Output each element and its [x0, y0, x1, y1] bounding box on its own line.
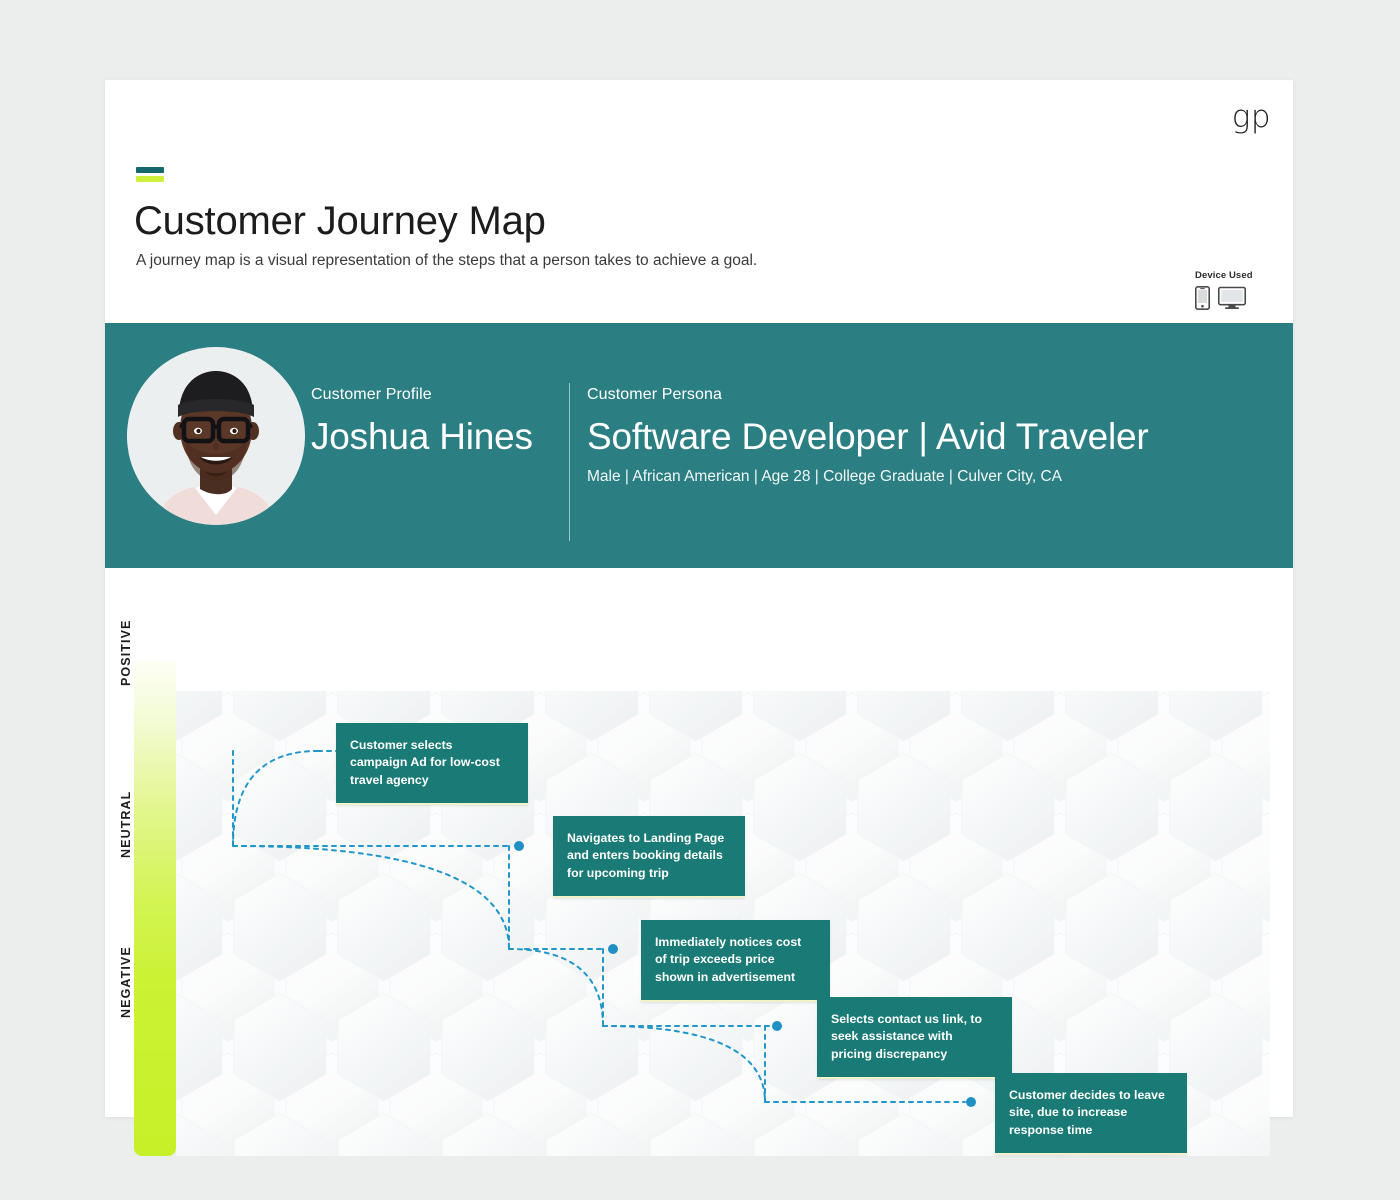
journey-step-2[interactable]: Navigates to Landing Page and enters boo…	[553, 816, 745, 899]
avatar	[127, 347, 305, 525]
customer-persona-kicker: Customer Persona	[587, 386, 722, 403]
journey-step-4[interactable]: Selects contact us link, to seek assista…	[817, 997, 1012, 1080]
customer-profile-name: Joshua Hines	[311, 416, 533, 457]
sentiment-label-positive: POSITIVE	[119, 619, 133, 686]
customer-profile-kicker: Customer Profile	[311, 386, 432, 403]
customer-persona-column: Customer Persona Software Developer | Av…	[587, 386, 1149, 486]
mobile-phone-icon	[1195, 286, 1210, 315]
accent-bar-lime	[136, 176, 164, 182]
journey-step-3[interactable]: Immediately notices cost of trip exceeds…	[641, 920, 830, 1003]
device-used-label: Device Used	[1195, 270, 1253, 281]
journey-map-slide: gp Customer Journey Map A journey map is…	[105, 80, 1293, 1156]
sentiment-label-neutral: NEUTRAL	[119, 790, 133, 858]
accent-marks	[136, 167, 164, 182]
customer-profile-column: Customer Profile Joshua Hines	[311, 386, 569, 458]
device-icon-group	[1195, 286, 1275, 315]
slide-header: gp Customer Journey Map A journey map is…	[105, 80, 1293, 323]
accent-bar-teal	[136, 167, 164, 173]
persona-band: Customer Profile Joshua Hines Customer P…	[105, 323, 1293, 568]
page-title: Customer Journey Map	[134, 199, 546, 243]
sentiment-label-negative: NEGATIVE	[119, 946, 133, 1018]
journey-area: POSITIVE NEUTRAL NEGATIVE Customer selec…	[105, 568, 1293, 1156]
sentiment-gradient-bar	[134, 661, 176, 1156]
page-subtitle: A journey map is a visual representation…	[136, 252, 758, 269]
customer-persona-demographics: Male | African American | Age 28 | Colle…	[587, 468, 1063, 485]
brand-logo: gp	[1231, 99, 1271, 135]
customer-persona-role: Software Developer | Avid Traveler	[587, 416, 1149, 457]
device-used-block: Device Used	[1195, 270, 1275, 315]
journey-step-5[interactable]: Customer decides to leave site, due to i…	[995, 1073, 1187, 1156]
journey-step-1[interactable]: Customer selects campaign Ad for low-cos…	[336, 723, 528, 806]
persona-divider	[569, 383, 570, 541]
desktop-monitor-icon	[1218, 286, 1246, 315]
